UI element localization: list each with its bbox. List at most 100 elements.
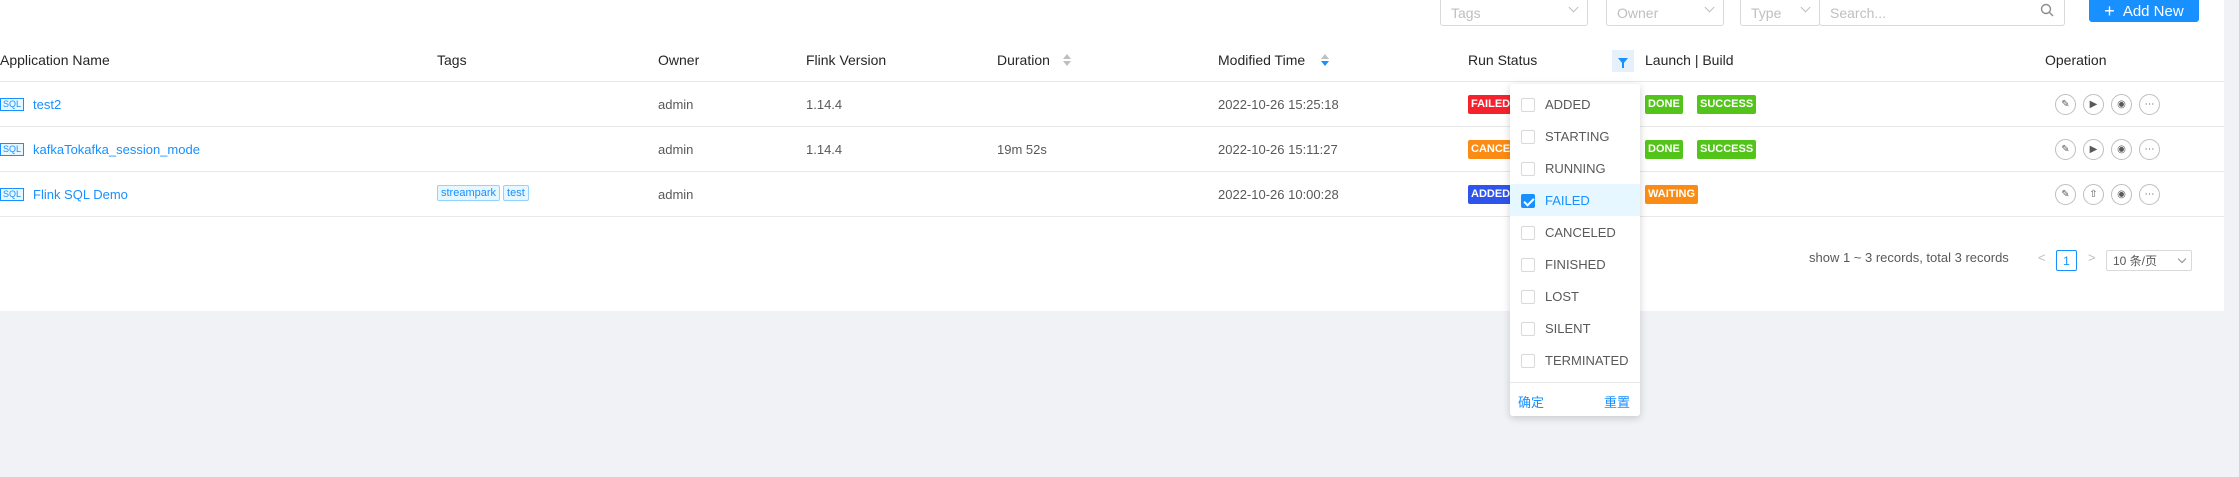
column-header-modified-time[interactable]: Modified Time — [1218, 52, 1305, 68]
column-header-tags: Tags — [437, 52, 467, 68]
run-status-badge: CANCE — [1468, 140, 1514, 159]
table-row: SQL Flink SQL Demo streampark test admin … — [0, 172, 2224, 217]
sql-type-badge: SQL — [0, 188, 24, 201]
page-size-select[interactable]: 10 条/页 — [2106, 250, 2192, 271]
sql-type-badge: SQL — [0, 98, 24, 111]
modified-time-cell: 2022-10-26 15:11:27 — [1218, 142, 1338, 157]
tags-cell: streampark test — [437, 184, 532, 201]
column-header-operation: Operation — [2045, 52, 2107, 68]
edit-icon[interactable]: ✎ — [2055, 94, 2076, 115]
run-status-badge: ADDED — [1468, 185, 1514, 204]
owner-select-placeholder: Owner — [1617, 4, 1659, 21]
play-icon[interactable]: ▶ — [2083, 139, 2104, 160]
more-icon[interactable]: ⋯ — [2139, 184, 2160, 205]
modified-time-cell: 2022-10-26 15:25:18 — [1218, 97, 1339, 112]
search-placeholder: Search... — [1830, 4, 1887, 21]
chevron-down-icon — [1568, 2, 1579, 13]
checkbox[interactable] — [1521, 130, 1535, 144]
add-new-button[interactable]: + Add New — [2089, 0, 2199, 22]
prev-page-icon[interactable]: < — [2038, 250, 2046, 265]
checkbox[interactable] — [1521, 354, 1535, 368]
checkbox-checked[interactable] — [1521, 194, 1535, 208]
checkbox[interactable] — [1521, 322, 1535, 336]
eye-icon[interactable]: ◉ — [2111, 139, 2132, 160]
tags-select[interactable]: Tags — [1440, 0, 1588, 26]
edit-icon[interactable]: ✎ — [2055, 184, 2076, 205]
checkbox[interactable] — [1521, 162, 1535, 176]
modified-time-cell: 2022-10-26 10:00:28 — [1218, 187, 1339, 202]
run-status-filter-button[interactable] — [1612, 50, 1634, 72]
checkbox[interactable] — [1521, 98, 1535, 112]
play-icon[interactable]: ▶ — [2083, 94, 2104, 115]
more-icon[interactable]: ⋯ — [2139, 139, 2160, 160]
page-1-button[interactable]: 1 — [2056, 250, 2077, 271]
column-header-owner: Owner — [658, 52, 700, 68]
chevron-down-icon — [2177, 254, 2187, 263]
search-input[interactable]: Search... — [1819, 0, 2065, 26]
launch-badge: DONE — [1645, 140, 1683, 159]
owner-cell: admin — [658, 187, 694, 202]
modified-time-sort-icon[interactable] — [1321, 54, 1329, 66]
column-header-duration[interactable]: Duration — [997, 52, 1050, 68]
run-status-badge: FAILED — [1468, 95, 1514, 114]
add-new-label: Add New — [2122, 2, 2184, 20]
checkbox[interactable] — [1521, 226, 1535, 240]
app-name-link[interactable]: Flink SQL Demo — [33, 187, 128, 202]
filter-confirm-button[interactable]: 确定 — [1518, 392, 1544, 411]
run-status-filter-dropdown: ADDED STARTING RUNNING FAILED CANCELED F… — [1510, 84, 1640, 416]
duration-sort-icon[interactable] — [1063, 54, 1071, 66]
search-icon[interactable] — [2040, 3, 2054, 17]
type-select-placeholder: Type — [1751, 4, 1782, 21]
more-icon[interactable]: ⋯ — [2139, 94, 2160, 115]
eye-icon[interactable]: ◉ — [2111, 94, 2132, 115]
duration-cell: 19m 52s — [997, 142, 1047, 157]
plus-icon: + — [2104, 1, 2115, 21]
filter-option-running[interactable]: RUNNING — [1510, 152, 1640, 184]
column-header-run-status: Run Status — [1468, 52, 1538, 68]
filter-option-added[interactable]: ADDED — [1510, 88, 1640, 120]
checkbox[interactable] — [1521, 258, 1535, 272]
filter-option-silent[interactable]: SILENT — [1510, 312, 1640, 344]
filter-option-terminated[interactable]: TERMINATED — [1510, 344, 1640, 376]
filter-option-starting[interactable]: STARTING — [1510, 120, 1640, 152]
type-select[interactable]: Type — [1740, 0, 1820, 26]
filter-reset-button[interactable]: 重置 — [1604, 392, 1630, 411]
column-header-launch-build: Launch | Build — [1645, 52, 1734, 68]
table-row: SQL kafkaTokafka_session_mode admin 1.14… — [0, 127, 2224, 172]
filter-option-canceled[interactable]: CANCELED — [1510, 216, 1640, 248]
tag-streampark[interactable]: streampark — [437, 185, 501, 201]
edit-icon[interactable]: ✎ — [2055, 139, 2076, 160]
build-badge: SUCCESS — [1697, 140, 1757, 159]
eye-icon[interactable]: ◉ — [2111, 184, 2132, 205]
flink-version-cell: 1.14.4 — [806, 142, 843, 157]
application-table-card: Tags Owner Type Search... + Add New Appl… — [0, 0, 2224, 311]
chevron-down-icon — [1800, 2, 1811, 13]
launch-badge: WAITING — [1645, 185, 1699, 204]
launch-badge: DONE — [1645, 95, 1683, 114]
owner-select[interactable]: Owner — [1606, 0, 1724, 26]
owner-cell: admin — [658, 97, 694, 112]
table-header: Application Name Tags Owner Flink Versio… — [0, 40, 2224, 82]
tag-test[interactable]: test — [503, 185, 529, 201]
filter-option-lost[interactable]: LOST — [1510, 280, 1640, 312]
owner-cell: admin — [658, 142, 694, 157]
chevron-down-icon — [1704, 2, 1715, 13]
flink-version-cell: 1.14.4 — [806, 97, 843, 112]
filter-dropdown-footer: 确定 重置 — [1510, 382, 1640, 416]
pagination-summary: show 1 ~ 3 records, total 3 records — [1809, 250, 2009, 265]
page-size-label: 10 条/页 — [2113, 254, 2158, 268]
sql-type-badge: SQL — [0, 143, 24, 156]
column-header-app-name: Application Name — [0, 52, 110, 68]
table-row: SQL test2 admin 1.14.4 2022-10-26 15:25:… — [0, 82, 2224, 127]
filter-option-failed[interactable]: FAILED — [1510, 184, 1640, 216]
tags-select-placeholder: Tags — [1451, 4, 1481, 21]
filter-icon — [1618, 58, 1628, 68]
build-badge: SUCCESS — [1697, 95, 1757, 114]
checkbox[interactable] — [1521, 290, 1535, 304]
app-name-link[interactable]: test2 — [33, 97, 61, 112]
filter-option-finished[interactable]: FINISHED — [1510, 248, 1640, 280]
next-page-icon[interactable]: > — [2088, 250, 2096, 265]
column-header-flink-version: Flink Version — [806, 52, 887, 68]
app-name-link[interactable]: kafkaTokafka_session_mode — [33, 142, 200, 157]
upload-icon[interactable]: ⇧ — [2083, 184, 2104, 205]
